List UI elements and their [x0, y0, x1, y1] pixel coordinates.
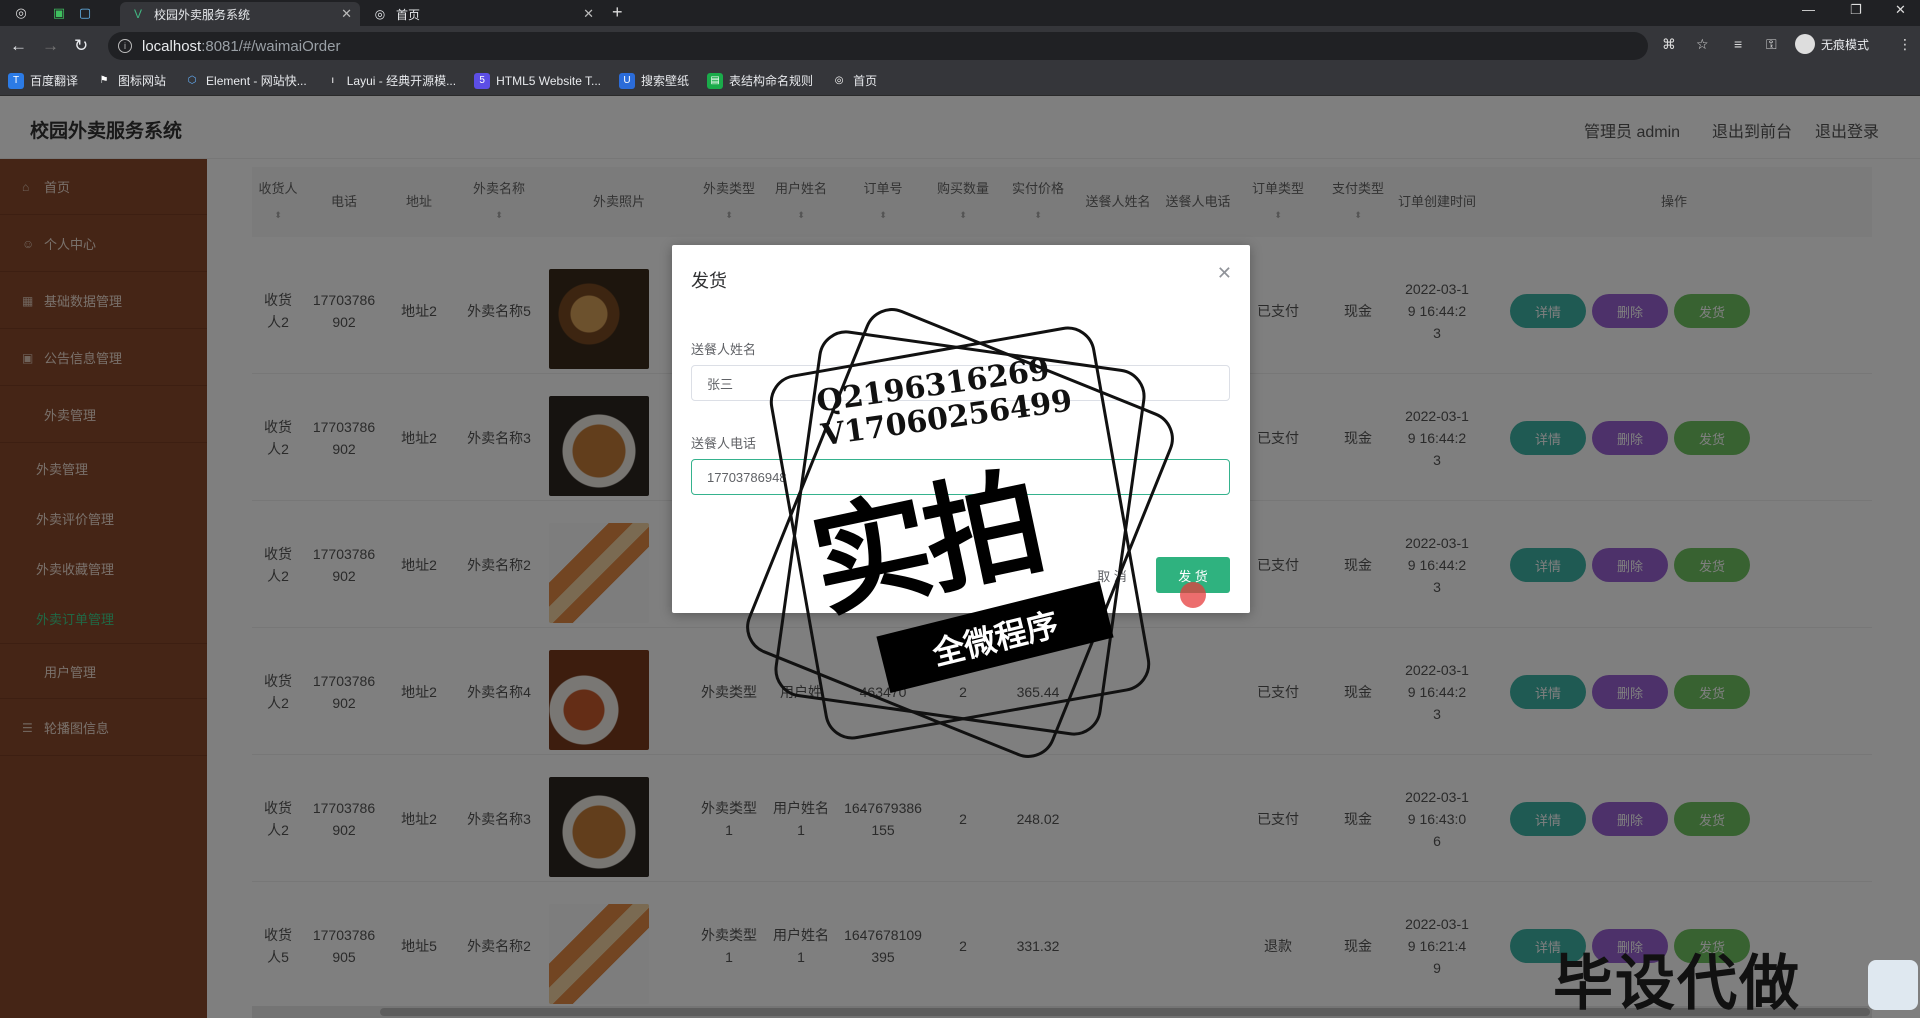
- courier-phone-label: 送餐人电话: [691, 436, 757, 451]
- info-icon[interactable]: i: [118, 39, 132, 53]
- restore-icon[interactable]: ❐: [1850, 2, 1862, 18]
- tab-title: 校园外卖服务系统: [154, 7, 251, 22]
- bookmark-item[interactable]: U 搜索壁纸: [619, 72, 689, 89]
- globe-icon[interactable]: ◎: [6, 3, 36, 23]
- tab-home[interactable]: ◎ 首页 ✕: [362, 2, 602, 26]
- translate-icon: T: [8, 72, 24, 89]
- bookmark-item[interactable]: T 百度翻译: [8, 72, 78, 89]
- sheet-icon: ▤: [707, 72, 724, 89]
- bookmark-label: 首页: [853, 74, 878, 88]
- wallpaper-icon: U: [619, 72, 636, 89]
- bookmark-label: 表结构命名规则: [729, 74, 814, 88]
- translate-icon[interactable]: ⌘: [1662, 36, 1676, 53]
- bookmark-item[interactable]: ▤ 表结构命名规则: [707, 72, 813, 89]
- address-bar: ← → ↻ i localhost:8081/#/waimaiOrder: [0, 26, 1920, 66]
- bookmark-item[interactable]: ⚑ 图标网站: [96, 72, 167, 89]
- pinned-tab-icon[interactable]: ▢: [70, 3, 100, 23]
- close-icon[interactable]: ✕: [1217, 263, 1232, 284]
- incognito-icon: [1795, 34, 1815, 54]
- forward-icon[interactable]: →: [42, 36, 59, 56]
- bookmark-label: 百度翻译: [30, 74, 79, 88]
- cursor-indicator: [1180, 582, 1206, 608]
- html5-icon: 5: [474, 72, 491, 89]
- url-field[interactable]: i localhost:8081/#/waimaiOrder: [108, 32, 1648, 60]
- bookmark-item[interactable]: ı Layui - 经典开源模...: [325, 72, 456, 89]
- reload-icon[interactable]: ↻: [74, 36, 88, 56]
- courier-name-label: 送餐人姓名: [691, 342, 757, 357]
- bookmark-label: 搜索壁纸: [641, 74, 690, 88]
- back-icon[interactable]: ←: [10, 36, 27, 56]
- key-icon[interactable]: ⚿: [1766, 36, 1777, 53]
- ime-icon: [1868, 960, 1918, 1010]
- globe-icon: ◎: [374, 7, 386, 21]
- menu-dots-icon[interactable]: ⋮: [1898, 36, 1912, 53]
- bookmarks-bar: T 百度翻译 ⚑ 图标网站 ⬡ Element - 网站快... ı Layui - 经…: [0, 66, 1920, 96]
- element-icon: ⬡: [187, 75, 197, 86]
- minimize-icon[interactable]: —: [1802, 2, 1815, 17]
- bookmark-label: Layui - 经典开源模...: [346, 74, 457, 88]
- cancel-button[interactable]: 取 消: [1080, 557, 1144, 593]
- corner-watermark: 毕设代做: [1553, 949, 1801, 1018]
- incognito-indicator[interactable]: 无痕模式: [1795, 34, 1869, 54]
- star-icon[interactable]: ☆: [1696, 36, 1709, 53]
- incognito-label: 无痕模式: [1821, 37, 1870, 52]
- bookmark-label: 图标网站: [118, 74, 167, 88]
- bookmark-label: HTML5 Website T...: [496, 73, 602, 88]
- globe-icon: ◎: [834, 75, 844, 86]
- ship-dialog: 发货 ✕ 送餐人姓名 送餐人电话 取 消 发 货: [672, 245, 1250, 613]
- bookmark-item[interactable]: ◎ 首页: [831, 72, 877, 89]
- flag-icon: ⚑: [99, 75, 109, 86]
- bookmark-label: Element - 网站快...: [206, 74, 307, 88]
- bookmark-item[interactable]: 5 HTML5 Website T...: [474, 72, 602, 89]
- close-window-icon[interactable]: ✕: [1895, 2, 1906, 18]
- url-path: :8081/#/waimaiOrder: [201, 37, 341, 55]
- courier-name-input[interactable]: [691, 365, 1230, 401]
- dialog-title: 发货: [691, 271, 727, 291]
- close-icon[interactable]: ✕: [341, 6, 352, 22]
- vue-icon: V: [133, 7, 142, 21]
- url-host: localhost: [142, 37, 202, 55]
- reading-list-icon[interactable]: ≡: [1734, 36, 1742, 52]
- tab-active[interactable]: V 校园外卖服务系统 ✕: [120, 2, 360, 26]
- new-tab-icon[interactable]: +: [612, 2, 623, 23]
- courier-phone-input[interactable]: [691, 459, 1230, 495]
- tab-title: 首页: [396, 7, 421, 22]
- close-icon[interactable]: ✕: [583, 6, 594, 22]
- bookmark-item[interactable]: ⬡ Element - 网站快...: [184, 72, 307, 89]
- browser-tabstrip: ◎ ▣ ▢ V 校园外卖服务系统 ✕ ◎ 首页 ✕ + — ❐ ✕: [0, 0, 1920, 26]
- layui-icon: ı: [331, 75, 335, 86]
